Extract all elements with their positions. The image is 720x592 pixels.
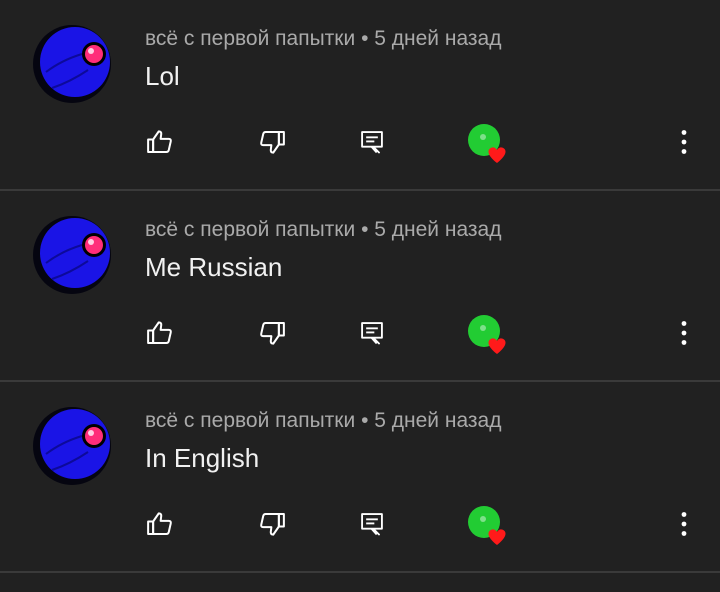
like-button[interactable] — [142, 506, 178, 542]
comment-meta: всё с первой папытки • 5 дней назад — [145, 218, 501, 242]
avatar[interactable] — [32, 215, 112, 295]
comment-text: Me Russian — [145, 252, 283, 282]
comment-time[interactable]: 5 дней назад — [374, 27, 501, 50]
reply-button[interactable] — [354, 315, 390, 351]
more-vertical-icon — [680, 320, 688, 346]
dislike-button[interactable] — [254, 315, 290, 351]
comment-author[interactable]: всё с первой папытки — [145, 218, 355, 241]
comment-time[interactable]: 5 дней назад — [374, 409, 501, 432]
thumb-up-icon — [145, 318, 175, 348]
comment-meta: всё с первой папытки • 5 дней назад — [145, 27, 501, 51]
thumb-down-icon — [257, 127, 287, 157]
comment-item: всё с первой папытки • 5 дней назад Lol — [0, 0, 720, 191]
creator-heart-icon — [466, 313, 512, 359]
reply-icon — [358, 319, 386, 347]
thumb-down-icon — [257, 318, 287, 348]
creator-heart-icon — [466, 122, 512, 168]
dislike-button[interactable] — [254, 506, 290, 542]
avatar-image — [33, 216, 111, 294]
comment-author[interactable]: всё с первой папытки — [145, 27, 355, 50]
creator-heart-badge — [466, 504, 512, 550]
thumb-down-icon — [257, 509, 287, 539]
more-vertical-icon — [680, 129, 688, 155]
reply-button[interactable] — [354, 124, 390, 160]
comment-text: Lol — [145, 61, 180, 91]
comment-meta: всё с первой папытки • 5 дней назад — [145, 409, 501, 433]
reply-icon — [358, 128, 386, 156]
comment-item: всё с первой папытки • 5 дней назад In E… — [0, 382, 720, 573]
thumb-up-icon — [145, 127, 175, 157]
reply-icon — [358, 510, 386, 538]
meta-separator: • — [361, 409, 369, 432]
comment-author[interactable]: всё с первой папытки — [145, 409, 355, 432]
creator-heart-badge — [466, 313, 512, 359]
like-button[interactable] — [142, 315, 178, 351]
more-options-button[interactable] — [666, 124, 702, 160]
avatar-image — [33, 407, 111, 485]
reply-button[interactable] — [354, 506, 390, 542]
meta-separator: • — [361, 27, 369, 50]
more-vertical-icon — [680, 511, 688, 537]
avatar-image — [33, 25, 111, 103]
comments-list: всё с первой папытки • 5 дней назад Lol — [0, 0, 720, 573]
creator-heart-icon — [466, 504, 512, 550]
meta-separator: • — [361, 218, 369, 241]
like-button[interactable] — [142, 124, 178, 160]
comment-time[interactable]: 5 дней назад — [374, 218, 501, 241]
comment-text: In English — [145, 443, 260, 473]
more-options-button[interactable] — [666, 315, 702, 351]
creator-heart-badge — [466, 122, 512, 168]
avatar[interactable] — [32, 24, 112, 104]
comment-item: всё с первой папытки • 5 дней назад Me R… — [0, 191, 720, 382]
thumb-up-icon — [145, 509, 175, 539]
dislike-button[interactable] — [254, 124, 290, 160]
more-options-button[interactable] — [666, 506, 702, 542]
avatar[interactable] — [32, 406, 112, 486]
